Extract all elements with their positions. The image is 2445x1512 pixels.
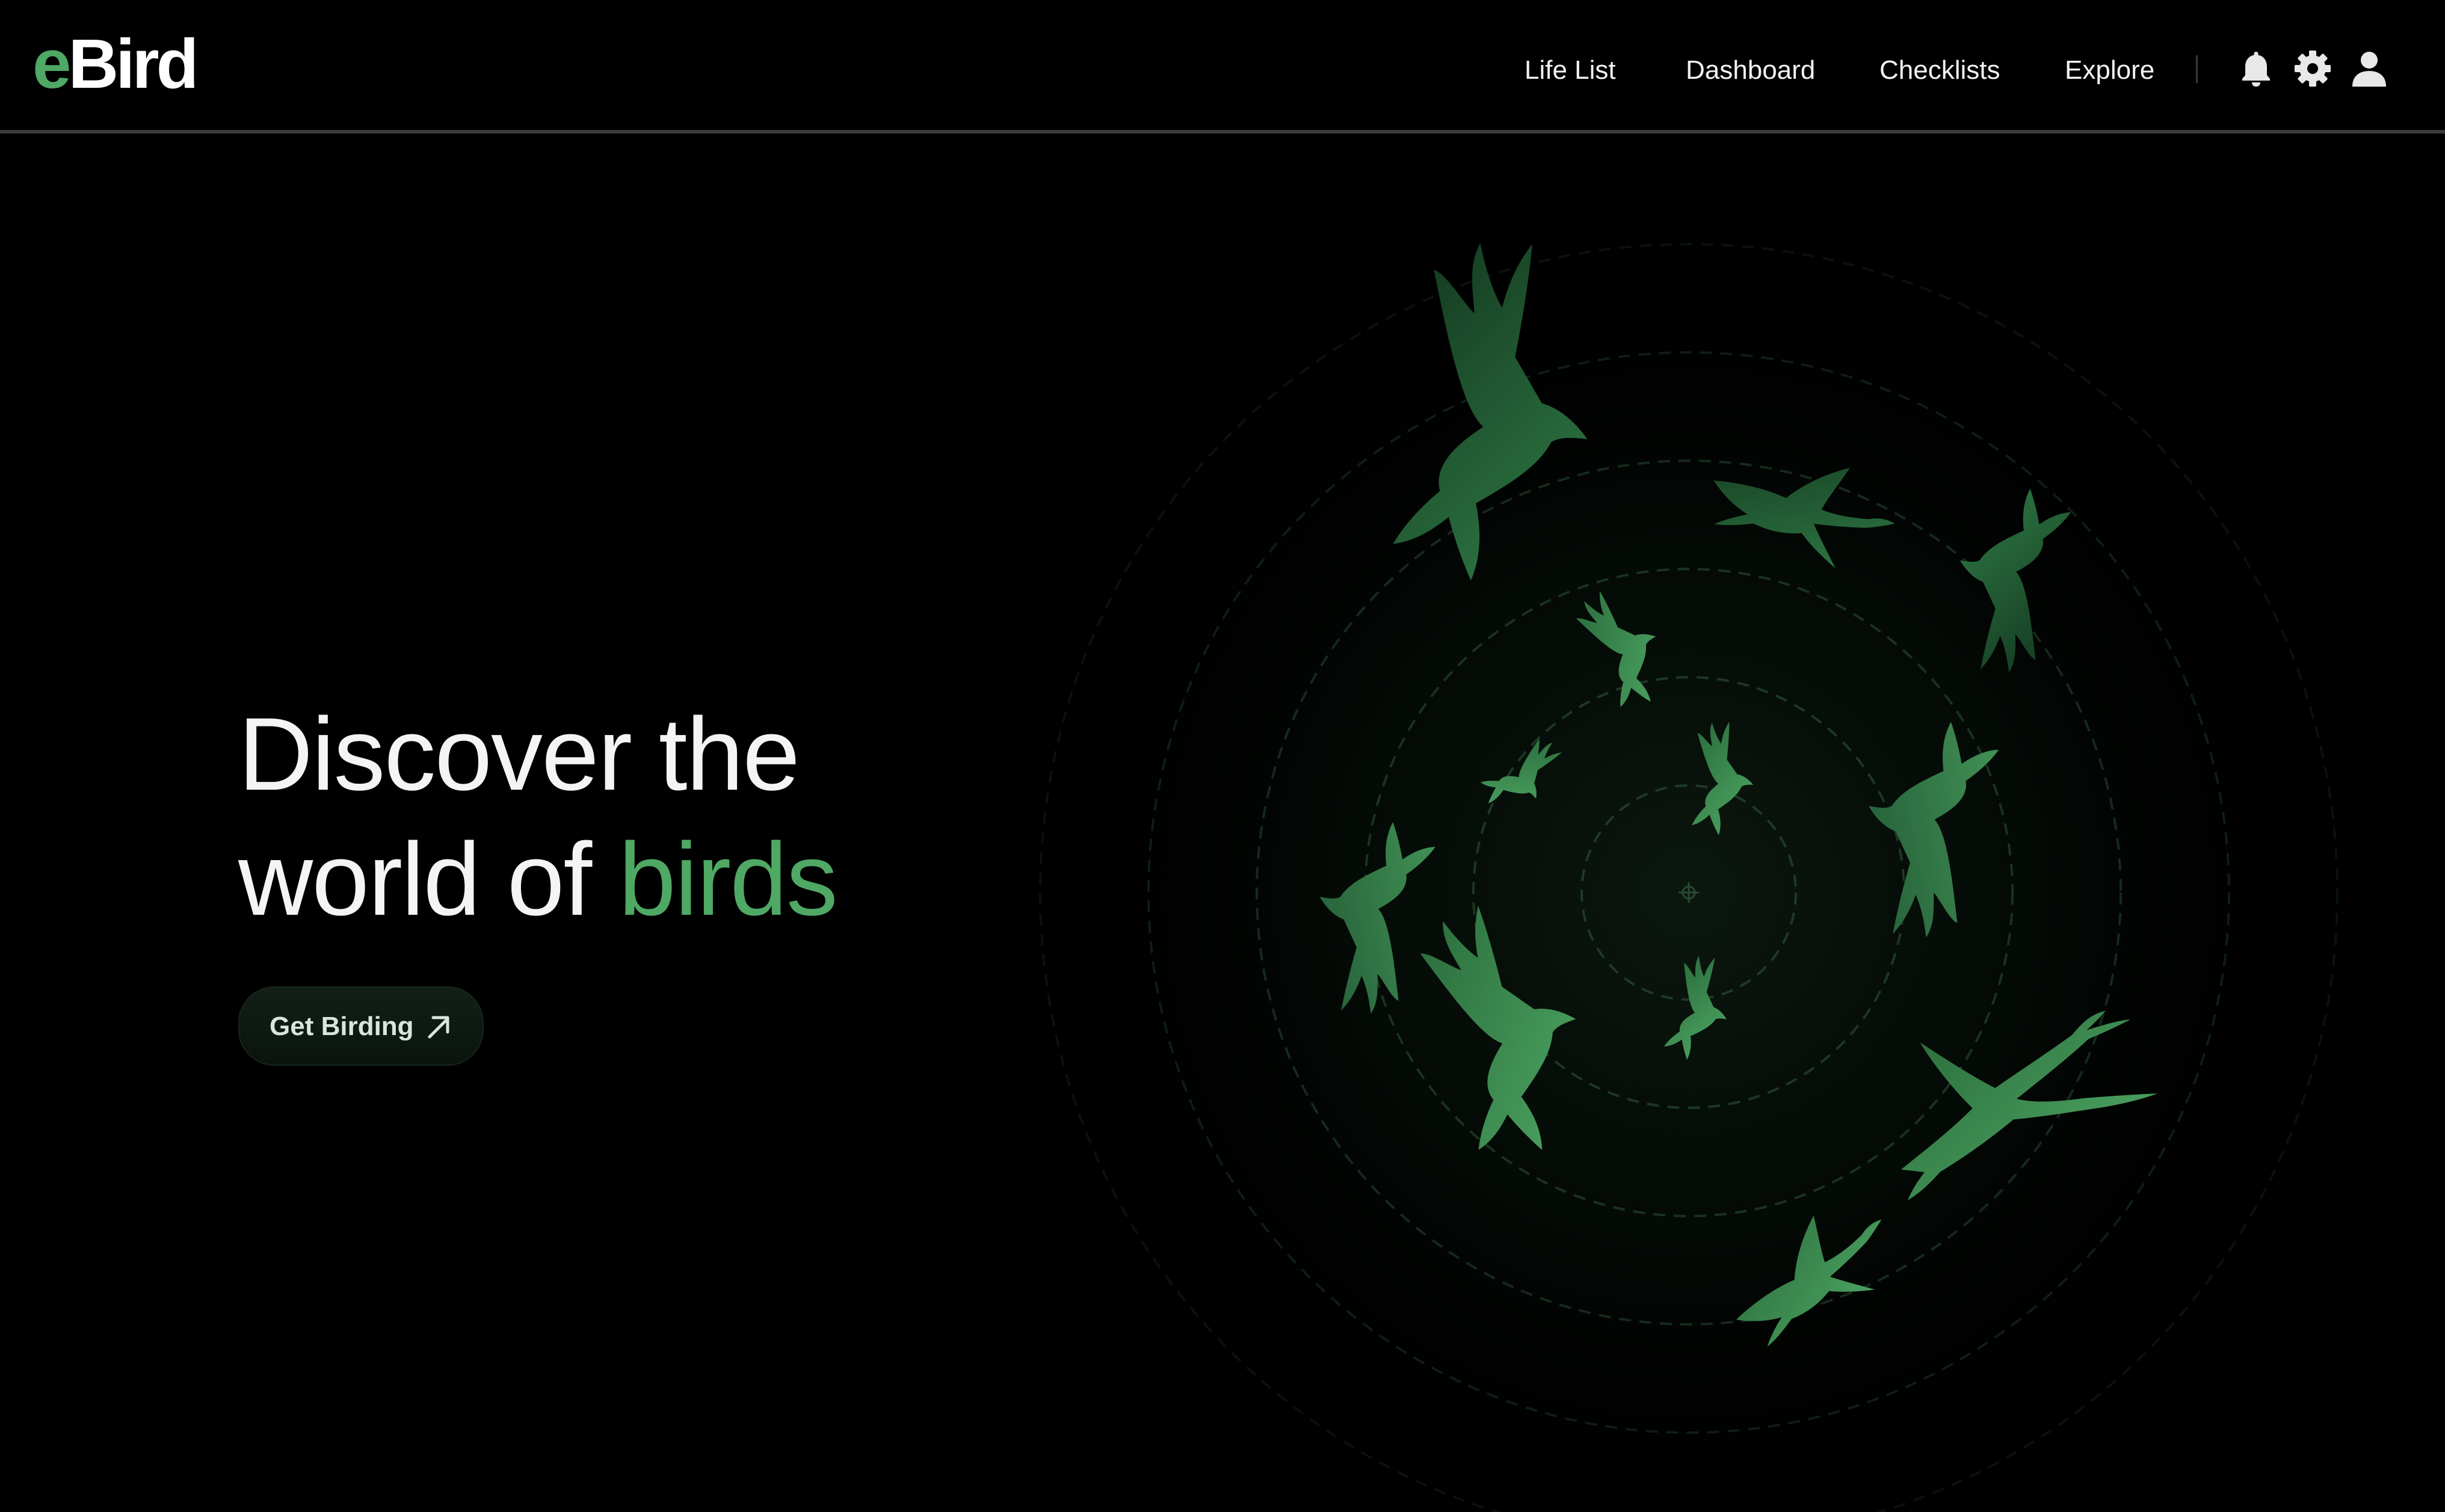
logo-prefix: e bbox=[32, 25, 71, 103]
nav-dashboard[interactable]: Dashboard bbox=[1686, 53, 1815, 88]
hero-heading-accent: birds bbox=[618, 822, 838, 937]
nav-explore[interactable]: Explore bbox=[2065, 53, 2154, 88]
user-icon[interactable] bbox=[2350, 48, 2388, 89]
nav-divider bbox=[2196, 55, 2198, 83]
page: eBird Life List Dashboard Checklists Exp… bbox=[0, 0, 2445, 1512]
get-birding-button[interactable]: Get Birding bbox=[238, 986, 484, 1066]
hero-heading: Discover the world of birds bbox=[238, 692, 838, 942]
logo-suffix: Bird bbox=[68, 25, 199, 103]
top-nav-bar: eBird Life List Dashboard Checklists Exp… bbox=[0, 0, 2445, 134]
hero-heading-line2: world of birds bbox=[238, 817, 838, 942]
get-birding-label: Get Birding bbox=[270, 1012, 414, 1041]
bell-icon[interactable] bbox=[2237, 48, 2275, 89]
hero-heading-line1: Discover the bbox=[238, 696, 800, 812]
nav-checklists[interactable]: Checklists bbox=[1879, 53, 2000, 88]
bird-radar-svg bbox=[987, 180, 2394, 1512]
gear-icon[interactable] bbox=[2293, 48, 2332, 89]
ebird-logo[interactable]: eBird bbox=[32, 29, 199, 99]
nav-life-list[interactable]: Life List bbox=[1525, 53, 1616, 88]
bird-radar-illustration bbox=[987, 180, 2394, 1512]
hero-heading-line2-prefix: world of bbox=[238, 822, 619, 937]
arrow-up-right-icon bbox=[424, 1012, 454, 1042]
